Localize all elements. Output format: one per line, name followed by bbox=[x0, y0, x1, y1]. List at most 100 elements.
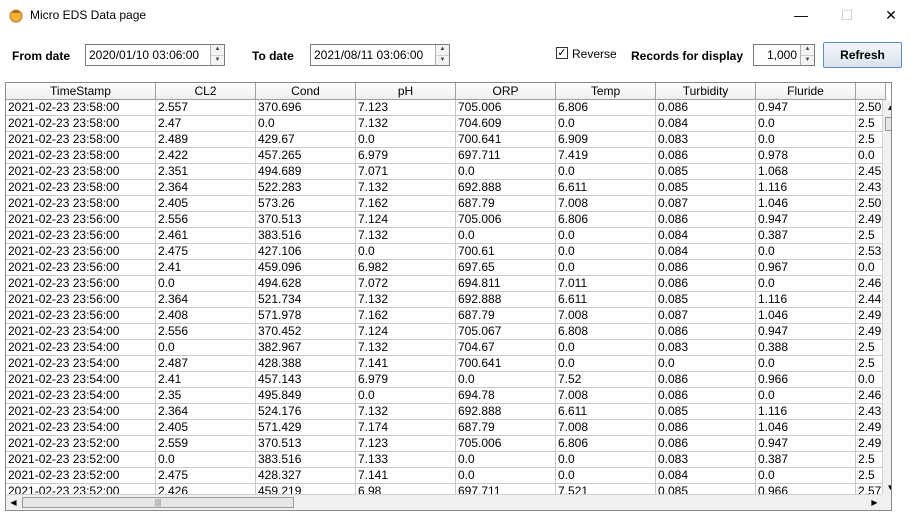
reverse-checkbox[interactable]: ✓ bbox=[556, 47, 568, 59]
table-cell[interactable]: 0.947 bbox=[756, 100, 856, 116]
table-cell[interactable]: 571.978 bbox=[256, 308, 356, 324]
table-cell[interactable]: 6.611 bbox=[556, 180, 656, 196]
table-row[interactable]: 2021-02-23 23:54:00 2.556 370.452 7.124 705.… bbox=[6, 324, 886, 340]
table-cell[interactable]: 7.133 bbox=[356, 452, 456, 468]
table-cell[interactable]: 2.556 bbox=[156, 324, 256, 340]
table-cell[interactable]: 6.806 bbox=[556, 436, 656, 452]
table-cell[interactable]: 0.0 bbox=[756, 116, 856, 132]
table-cell[interactable]: 2021-02-23 23:58:00 bbox=[6, 116, 156, 132]
table-cell[interactable]: 6.979 bbox=[356, 148, 456, 164]
table-row[interactable]: 2021-02-23 23:54:00 2.41 457.143 6.979 0.0 7.… bbox=[6, 372, 886, 388]
table-cell[interactable]: 7.132 bbox=[356, 340, 456, 356]
column-header[interactable]: ORP bbox=[456, 83, 556, 100]
maximize-button[interactable]: ☐ bbox=[824, 0, 870, 30]
table-cell[interactable]: 7.141 bbox=[356, 356, 456, 372]
table-cell[interactable]: 0.085 bbox=[656, 404, 756, 420]
table-cell[interactable]: 692.888 bbox=[456, 180, 556, 196]
table-cell[interactable]: 7.071 bbox=[356, 164, 456, 180]
table-cell[interactable]: 2.41 bbox=[156, 372, 256, 388]
column-header[interactable]: Cond bbox=[256, 83, 356, 100]
scroll-down-icon[interactable]: ▼ bbox=[883, 480, 891, 495]
table-cell[interactable]: 0.087 bbox=[656, 196, 756, 212]
table-cell[interactable]: 2.559 bbox=[156, 436, 256, 452]
table-cell[interactable]: 521.734 bbox=[256, 292, 356, 308]
table-cell[interactable]: 0.0 bbox=[356, 132, 456, 148]
table-cell[interactable]: 7.141 bbox=[356, 468, 456, 484]
table-cell[interactable]: 0.086 bbox=[656, 372, 756, 388]
table-cell[interactable]: 522.283 bbox=[256, 180, 356, 196]
table-row[interactable]: 2021-02-23 23:56:00 2.41 459.096 6.982 697.6… bbox=[6, 260, 886, 276]
table-cell[interactable]: 705.067 bbox=[456, 324, 556, 340]
table-cell[interactable]: 2.408 bbox=[156, 308, 256, 324]
table-cell[interactable]: 694.811 bbox=[456, 276, 556, 292]
table-cell[interactable]: 0.0 bbox=[756, 388, 856, 404]
table-row[interactable]: 2021-02-23 23:58:00 2.364 522.283 7.132 692.… bbox=[6, 180, 886, 196]
table-cell[interactable]: 571.429 bbox=[256, 420, 356, 436]
table-cell[interactable]: 2.405 bbox=[156, 420, 256, 436]
table-cell[interactable]: 697.711 bbox=[456, 148, 556, 164]
table-cell[interactable]: 0.0 bbox=[356, 244, 456, 260]
table-cell[interactable]: 0.0 bbox=[756, 356, 856, 372]
table-cell[interactable]: 0.0 bbox=[556, 452, 656, 468]
reverse-label[interactable]: Reverse bbox=[572, 47, 617, 61]
table-cell[interactable]: 687.79 bbox=[456, 308, 556, 324]
table-cell[interactable]: 2.489 bbox=[156, 132, 256, 148]
table-cell[interactable]: 457.265 bbox=[256, 148, 356, 164]
table-cell[interactable]: 0.0 bbox=[556, 228, 656, 244]
table-row[interactable]: 2021-02-23 23:58:00 2.351 494.689 7.071 0.0 0… bbox=[6, 164, 886, 180]
horizontal-scroll-thumb[interactable]: ||| bbox=[22, 497, 294, 508]
table-cell[interactable]: 0.0 bbox=[356, 388, 456, 404]
table-cell[interactable]: 0.947 bbox=[756, 436, 856, 452]
table-cell[interactable]: 7.123 bbox=[356, 100, 456, 116]
table-cell[interactable]: 7.132 bbox=[356, 116, 456, 132]
table-cell[interactable]: 7.008 bbox=[556, 420, 656, 436]
table-cell[interactable]: 704.67 bbox=[456, 340, 556, 356]
table-cell[interactable]: 2.556 bbox=[156, 212, 256, 228]
table-cell[interactable]: 0.947 bbox=[756, 324, 856, 340]
to-date-up-icon[interactable]: ▲ bbox=[436, 45, 449, 56]
column-header[interactable] bbox=[856, 83, 886, 100]
table-cell[interactable]: 0.086 bbox=[656, 388, 756, 404]
table-cell[interactable]: 0.0 bbox=[556, 244, 656, 260]
table-cell[interactable]: 2021-02-23 23:56:00 bbox=[6, 228, 156, 244]
table-row[interactable]: 2021-02-23 23:58:00 2.422 457.265 6.979 697.… bbox=[6, 148, 886, 164]
table-cell[interactable]: 1.116 bbox=[756, 180, 856, 196]
table-cell[interactable]: 0.0 bbox=[156, 452, 256, 468]
table-cell[interactable]: 0.0 bbox=[456, 228, 556, 244]
table-cell[interactable]: 2021-02-23 23:58:00 bbox=[6, 100, 156, 116]
table-cell[interactable]: 1.046 bbox=[756, 308, 856, 324]
table-cell[interactable]: 370.513 bbox=[256, 436, 356, 452]
table-cell[interactable]: 6.806 bbox=[556, 212, 656, 228]
table-cell[interactable]: 495.849 bbox=[256, 388, 356, 404]
column-header[interactable]: TimeStamp bbox=[6, 83, 156, 100]
table-row[interactable]: 2021-02-23 23:56:00 2.556 370.513 7.124 705.… bbox=[6, 212, 886, 228]
vertical-scrollbar[interactable]: ▲ ▼ bbox=[882, 100, 891, 495]
table-cell[interactable]: 2021-02-23 23:56:00 bbox=[6, 292, 156, 308]
table-cell[interactable]: 2021-02-23 23:58:00 bbox=[6, 196, 156, 212]
table-cell[interactable]: 0.0 bbox=[556, 164, 656, 180]
table-cell[interactable]: 0.966 bbox=[756, 372, 856, 388]
table-cell[interactable]: 0.947 bbox=[756, 212, 856, 228]
table-cell[interactable]: 0.086 bbox=[656, 148, 756, 164]
table-cell[interactable]: 0.967 bbox=[756, 260, 856, 276]
table-row[interactable]: 2021-02-23 23:54:00 2.487 428.388 7.141 700.… bbox=[6, 356, 886, 372]
records-down-icon[interactable]: ▼ bbox=[801, 55, 814, 65]
scroll-left-icon[interactable]: ◀ bbox=[6, 495, 21, 510]
records-up-icon[interactable]: ▲ bbox=[801, 45, 814, 56]
table-cell[interactable]: 705.006 bbox=[456, 212, 556, 228]
table-row[interactable]: 2021-02-23 23:54:00 2.35 495.849 0.0 694.78 7… bbox=[6, 388, 886, 404]
table-cell[interactable]: 494.689 bbox=[256, 164, 356, 180]
table-cell[interactable]: 697.65 bbox=[456, 260, 556, 276]
table-cell[interactable]: 7.011 bbox=[556, 276, 656, 292]
table-cell[interactable]: 0.0 bbox=[156, 340, 256, 356]
table-cell[interactable]: 1.068 bbox=[756, 164, 856, 180]
table-cell[interactable]: 0.0 bbox=[256, 116, 356, 132]
table-cell[interactable]: 7.008 bbox=[556, 308, 656, 324]
table-cell[interactable]: 383.516 bbox=[256, 452, 356, 468]
table-cell[interactable]: 7.132 bbox=[356, 180, 456, 196]
table-cell[interactable]: 2021-02-23 23:56:00 bbox=[6, 212, 156, 228]
table-cell[interactable]: 6.611 bbox=[556, 292, 656, 308]
table-row[interactable]: 2021-02-23 23:56:00 2.475 427.106 0.0 700.61… bbox=[6, 244, 886, 260]
table-cell[interactable]: 0.0 bbox=[756, 276, 856, 292]
table-cell[interactable]: 1.116 bbox=[756, 292, 856, 308]
